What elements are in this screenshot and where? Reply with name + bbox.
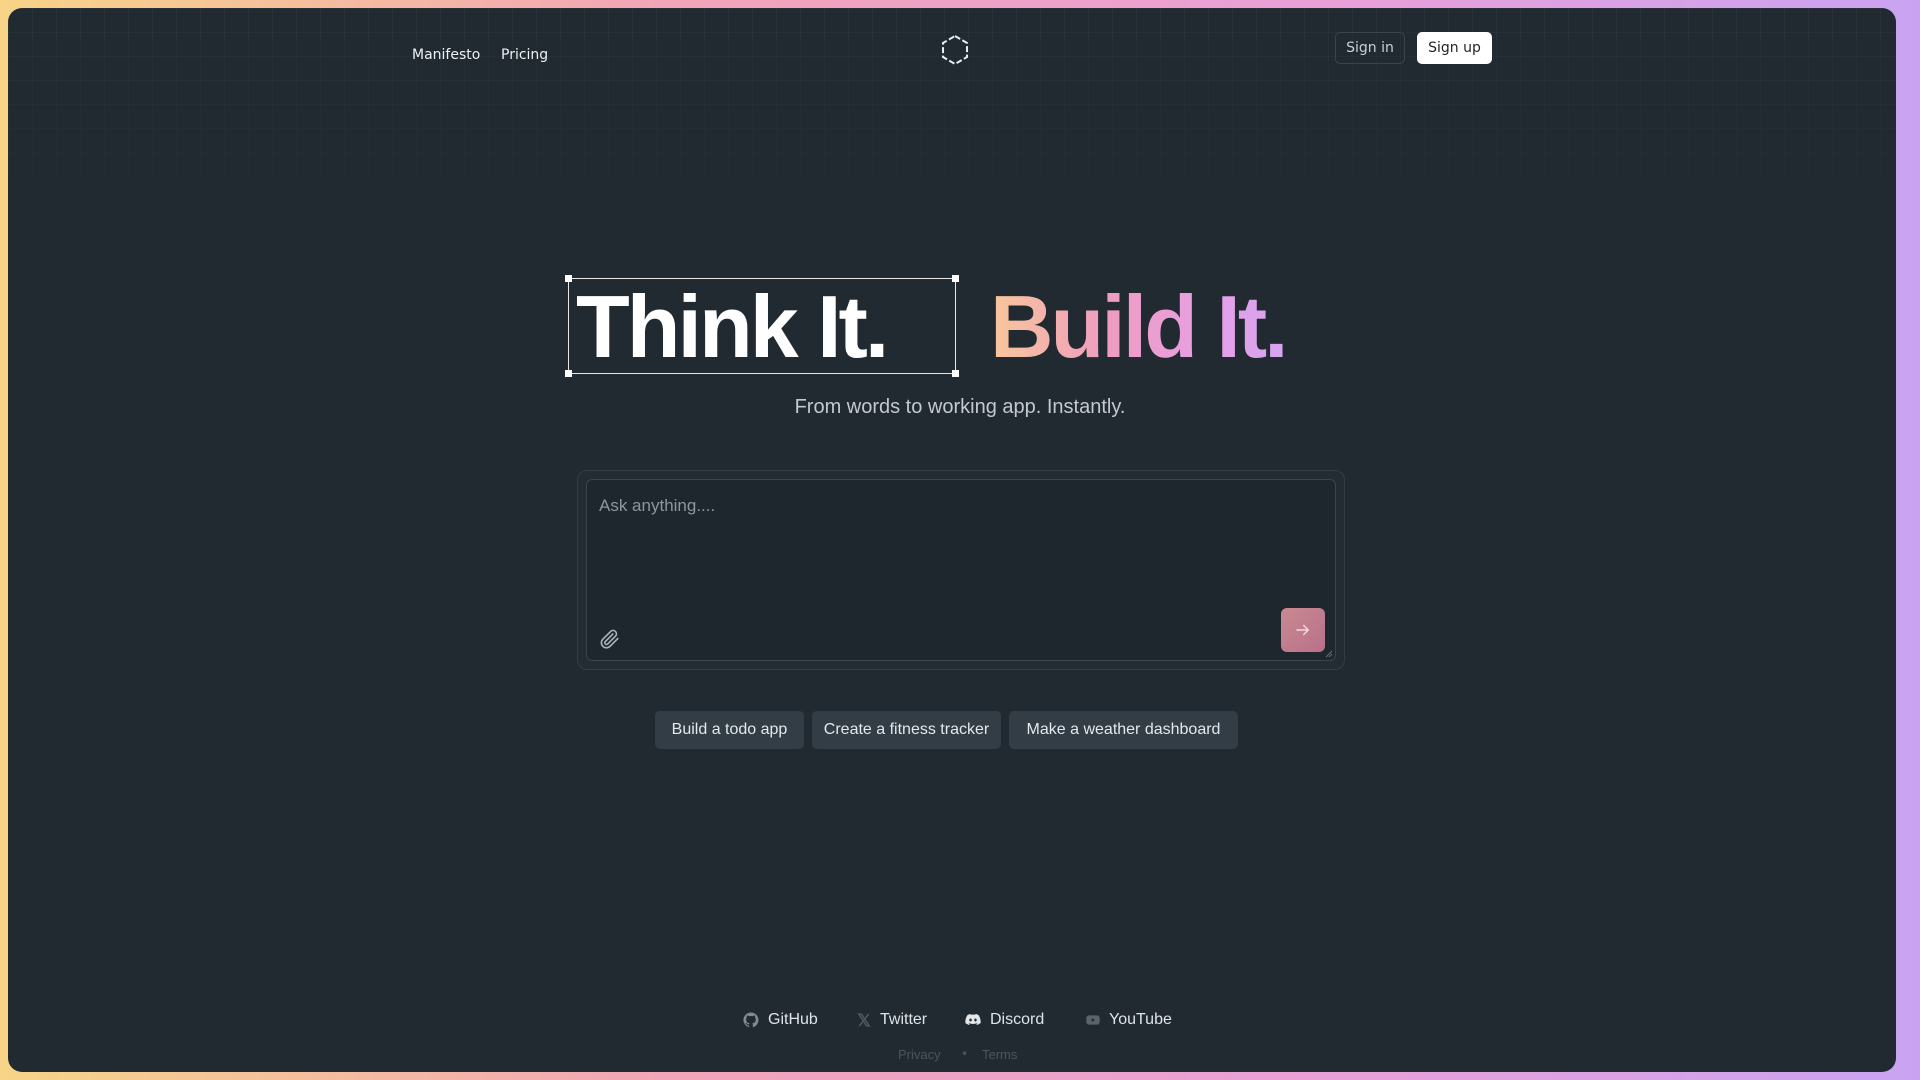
github-link[interactable]: GitHub: [742, 1011, 818, 1029]
resize-handle[interactable]: [565, 370, 572, 377]
discord-icon: [965, 1014, 981, 1025]
resize-handle[interactable]: [952, 275, 959, 282]
hero-heading: Think It. Build It.: [8, 275, 1896, 388]
suggestion-chip[interactable]: Make a weather dashboard: [1009, 711, 1238, 749]
nav-link-pricing[interactable]: Pricing: [501, 47, 548, 63]
x-icon: [857, 1013, 871, 1027]
hexagon-logo-icon[interactable]: [939, 34, 971, 66]
github-label: GitHub: [768, 1011, 818, 1028]
prompt-input[interactable]: [587, 480, 1335, 600]
prompt-box: [586, 479, 1336, 661]
hero-title-think: Think It.: [576, 277, 889, 376]
twitter-label: Twitter: [880, 1011, 928, 1028]
twitter-link[interactable]: Twitter: [856, 1011, 927, 1029]
suggestion-chip[interactable]: Build a todo app: [655, 711, 804, 749]
resize-handle[interactable]: [565, 275, 572, 282]
terms-link[interactable]: Terms: [982, 1047, 1017, 1062]
discord-link[interactable]: Discord: [964, 1011, 1044, 1029]
hero-title-build: Build It.: [990, 277, 1289, 376]
app-frame: Manifesto Pricing Sign in Sign up Think …: [8, 8, 1896, 1072]
resize-grip-icon[interactable]: [1323, 648, 1333, 658]
hero-subtitle: From words to working app. Instantly.: [794, 396, 1126, 418]
resize-handle[interactable]: [952, 370, 959, 377]
youtube-label: YouTube: [1109, 1011, 1172, 1028]
privacy-link[interactable]: Privacy: [898, 1047, 941, 1062]
prompt-container: [577, 470, 1345, 670]
suggestion-chip[interactable]: Create a fitness tracker: [812, 711, 1001, 749]
arrow-right-icon: [1296, 624, 1309, 636]
send-button[interactable]: [1281, 608, 1325, 652]
nav-link-manifesto[interactable]: Manifesto: [412, 47, 480, 63]
youtube-link[interactable]: YouTube: [1085, 1011, 1172, 1029]
sign-in-button[interactable]: Sign in: [1335, 32, 1405, 64]
discord-label: Discord: [990, 1011, 1045, 1028]
sign-up-button[interactable]: Sign up: [1417, 32, 1492, 64]
youtube-icon: [1086, 1015, 1100, 1025]
paperclip-icon[interactable]: [599, 628, 621, 650]
footer-separator: •: [961, 1047, 969, 1061]
github-icon: [743, 1012, 759, 1028]
